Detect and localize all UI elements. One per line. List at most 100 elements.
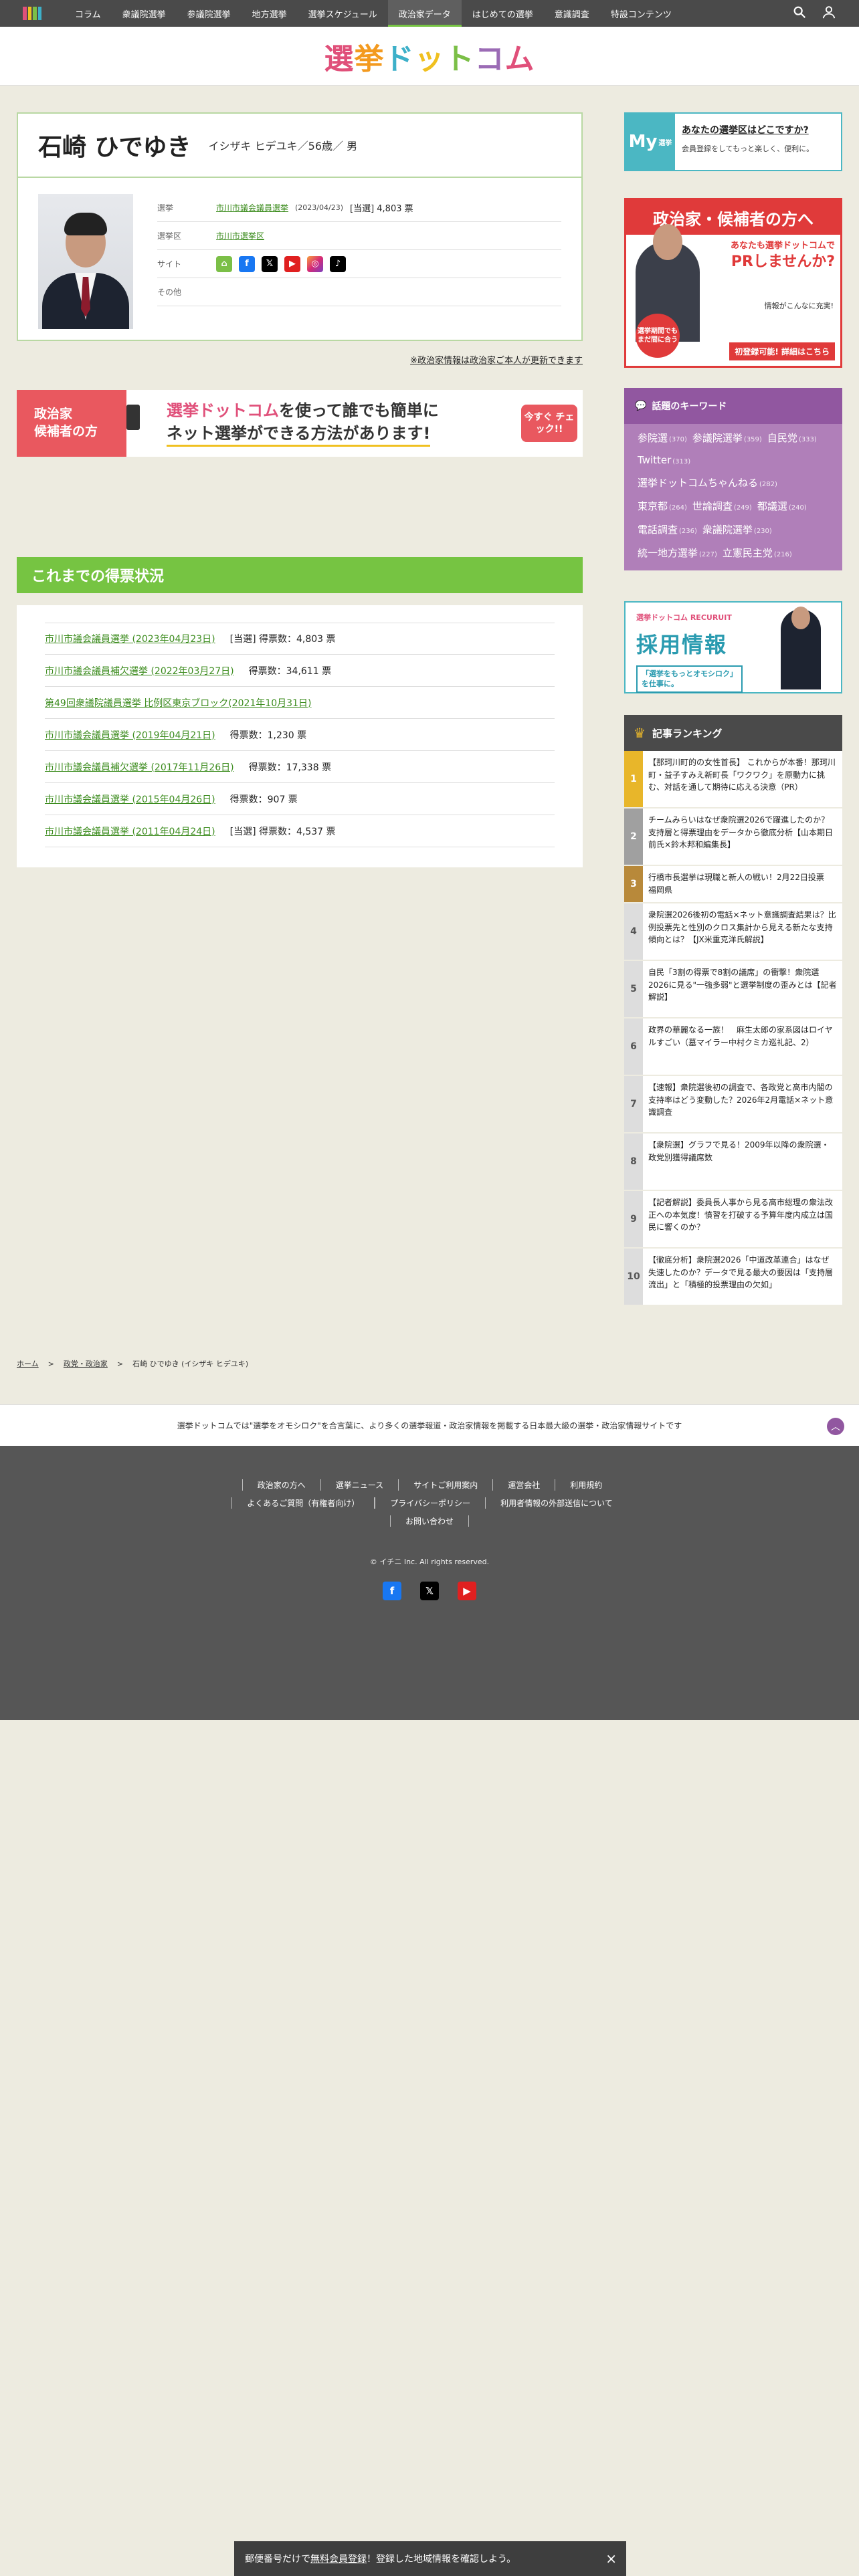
ranking-item[interactable]: 8 【衆院選】グラフで見る！2009年以降の衆院選・政党別獲得議席数 — [624, 1134, 842, 1191]
politician-photo — [38, 194, 133, 329]
politician-kana-age-gender: イシザキ ヒデユキ／56歳／ 男 — [208, 140, 358, 152]
my-subtitle: 会員登録をしてもっと楽しく、便利に。 — [682, 144, 814, 153]
home-logo-icon[interactable] — [23, 7, 41, 20]
keyword-link[interactable]: 自民党 (333) — [767, 431, 817, 445]
footer-link[interactable]: プライバシーポリシー — [375, 1497, 485, 1509]
site-logo[interactable]: 選挙ドットコム — [324, 35, 535, 78]
keyword-link[interactable]: Twitter (313) — [638, 454, 690, 466]
user-icon[interactable] — [822, 5, 836, 22]
breadcrumb-category[interactable]: 政党・政治家 — [64, 1358, 108, 1369]
nav-item-1[interactable]: 衆議院選挙 — [112, 0, 177, 27]
breadcrumb: ホーム > 政党・政治家 > 石崎 ひでゆき (イシザキ ヒデユキ) — [17, 1358, 248, 1369]
ranking-number: 3 — [624, 866, 643, 902]
district-link[interactable]: 市川市選挙区 — [216, 230, 264, 241]
history-election-link[interactable]: 市川市議会議員補欠選挙 (2017年11月26日) — [45, 760, 234, 774]
keyword-link[interactable]: 衆議院選挙 (230) — [702, 522, 772, 536]
ranking-item[interactable]: 9 【記者解説】委員長人事から見る高市総理の衆法改正への本気度！憤習を打破する予算… — [624, 1191, 842, 1249]
breadcrumb-home[interactable]: ホーム — [17, 1358, 39, 1369]
top-nav: コラム 衆議院選挙 参議院選挙 地方選挙 選挙スケジュール 政治家データ はじめての選挙 意識… — [0, 0, 859, 27]
history-election-link[interactable]: 市川市議会議員補欠選挙 (2022年03月27日) — [45, 664, 234, 677]
ranking-item[interactable]: 6 政界の華麗なる一族！ 麻生太郎の家系図はロイヤルすごい（墓マイラー中村クミカ巡… — [624, 1018, 842, 1076]
search-icon[interactable] — [792, 5, 807, 22]
ranking-number: 10 — [624, 1249, 643, 1305]
footer-link[interactable]: よくあるご質問（有権者向け） — [231, 1497, 375, 1509]
ranking-number: 4 — [624, 903, 643, 960]
nav-item-8[interactable]: 特設コンテンツ — [600, 0, 682, 27]
keyword-link[interactable]: 参院選 (370) — [638, 431, 687, 445]
update-note-link[interactable]: ※政治家情報は政治家ご本人が更新できます — [410, 356, 583, 366]
ranking-title-text: 衆院選2026後初の電話×ネット意識調査結果は？比例投票先と性別のクロス集計から… — [648, 910, 836, 945]
register-link[interactable]: 無料会員登録 — [310, 2552, 367, 2565]
nav-menu: コラム 衆議院選挙 参議院選挙 地方選挙 選挙スケジュール 政治家データ はじめての選挙 意識… — [64, 0, 792, 27]
profile-info-table: 選挙 市川市議会議員選挙 (2023/04/23) [当選] 4,803 票 選… — [157, 194, 561, 329]
footer-facebook-icon[interactable]: f — [383, 1582, 401, 1600]
banner-line2: ネット選挙ができる方法があります! — [167, 423, 431, 447]
banner-logo: 選挙ドットコム — [167, 401, 279, 420]
nav-item-5[interactable]: 政治家データ — [387, 0, 462, 27]
pr-detail-button[interactable]: 初登録可能! 詳細はこちら — [729, 342, 835, 360]
tiktok-icon[interactable]: ♪ — [330, 255, 346, 272]
x-twitter-icon[interactable]: 𝕏 — [262, 255, 278, 272]
youtube-icon[interactable]: ▶ — [284, 255, 300, 272]
crown-icon: ♛ — [634, 725, 646, 741]
nav-item-7[interactable]: 意識調査 — [544, 0, 600, 27]
pr-banner[interactable]: 政治家・候補者の方へ あなたも選挙ドットコムで PRしませんか? 情報がこんなに充… — [624, 198, 842, 368]
sidebar: My 選挙 あなたの選挙区はどこですか? 会員登録をしてもっと楽しく、便利に。 政… — [624, 112, 842, 1306]
ranking-item[interactable]: 5 自民「3割の得票で8割の議席」の衝撃！衆院選2026に見る"一強多弱"と選挙制… — [624, 961, 842, 1018]
my-senkyo-box[interactable]: My 選挙 あなたの選挙区はどこですか? 会員登録をしてもっと楽しく、便利に。 — [624, 112, 842, 171]
history-election-link[interactable]: 市川市議会議員選挙 (2015年04月26日) — [45, 792, 215, 806]
history-election-link[interactable]: 第49回衆議院議員選挙 比例区東京ブロック(2021年10月31日) — [45, 696, 311, 710]
close-icon[interactable]: × — [605, 2551, 617, 2567]
nav-item-0[interactable]: コラム — [64, 0, 112, 27]
nav-item-6[interactable]: はじめての選挙 — [462, 0, 544, 27]
ranking-item[interactable]: 10 【徹底分析】衆院選2026「中道改革連合」はなぜ失速したのか？データで見る最… — [624, 1249, 842, 1306]
politician-banner[interactable]: 政治家 候補者の方 選挙ドットコムを使って誰でも簡単に ネット選挙ができる方法が… — [17, 390, 583, 457]
ranking-item[interactable]: 1 【那珂川町的の女性首長】 これからが本番！那珂川町・益子すみえ新町長「ワクワク… — [624, 751, 842, 809]
ranking-number: 1 — [624, 751, 643, 807]
ranking-item[interactable]: 4 衆院選2026後初の電話×ネット意識調査結果は？比例投票先と性別のクロス集計か… — [624, 903, 842, 961]
keyword-link[interactable]: 東京都 (264) — [638, 499, 687, 513]
nav-item-3[interactable]: 地方選挙 — [242, 0, 298, 27]
keyword-link[interactable]: 選挙ドットコムちゃんねる (282) — [638, 475, 777, 490]
footer-youtube-icon[interactable]: ▶ — [458, 1582, 476, 1600]
home-icon[interactable]: ⌂ — [216, 255, 232, 272]
history-result: 得票数：34,611 票 — [248, 665, 332, 677]
history-title: これまでの得票状況 — [17, 557, 583, 593]
ranking-item[interactable]: 2 チームみらいはなぜ衆院選2026で躍進したのか？支持層と得票理由をデータから徹… — [624, 809, 842, 866]
facebook-icon[interactable]: f — [239, 255, 255, 272]
keyword-link[interactable]: 立憲民主党 (216) — [723, 546, 792, 560]
footer-x-icon[interactable]: 𝕏 — [420, 1582, 439, 1600]
ranking-title-text: 政界の華麗なる一族！ 麻生太郎の家系図はロイヤルすごい（墓マイラー中村クミカ巡礼… — [648, 1025, 833, 1047]
election-link[interactable]: 市川市議会議員選挙 — [216, 202, 288, 213]
footer-link[interactable]: 利用規約 — [555, 1479, 617, 1491]
chat-bubble-icon: 💬 — [635, 401, 647, 411]
nav-icons — [792, 5, 836, 22]
ranking-item[interactable]: 7 【速報】衆院選後初の調査で、各政党と高市内閣の支持率はどう変動した？2026年… — [624, 1076, 842, 1134]
history-election-link[interactable]: 市川市議会議員選挙 (2023年04月23日) — [45, 632, 215, 645]
nav-item-2[interactable]: 参議院選挙 — [177, 0, 242, 27]
keyword-link[interactable]: 統一地方選挙 (227) — [638, 546, 717, 560]
ranking-item[interactable]: 3 行橋市長選挙は現職と新人の戦い！2月22日投票 福岡県 — [624, 866, 842, 903]
keyword-link[interactable]: 世論調査 (249) — [692, 499, 752, 513]
footer: 政治家の方へ 選挙ニュース サイトご利用案内 運営会社 利用規約よくあるご質問（有権者向… — [0, 1446, 859, 1720]
footer-link[interactable]: 運営会社 — [492, 1479, 555, 1491]
pr-mini: 情報がこんなに充実! — [764, 302, 834, 310]
keyword-link[interactable]: 参議院選挙 (359) — [692, 431, 762, 445]
recruit-banner[interactable]: 選挙ドットコム RECURUIT 採用情報 「選挙をもっとオモシロク」 を仕事に。 — [624, 601, 842, 693]
footer-link[interactable]: 政治家の方へ — [242, 1479, 320, 1491]
footer-link[interactable]: 利用者情報の外部送信について — [485, 1497, 628, 1509]
instagram-icon[interactable]: ◎ — [307, 255, 323, 272]
scroll-top-icon[interactable]: ︿ — [827, 1418, 844, 1435]
keyword-link[interactable]: 電話調査 (236) — [638, 522, 697, 536]
history-election-link[interactable]: 市川市議会議員選挙 (2011年04月24日) — [45, 825, 215, 838]
recruit-sub2: を仕事に。 — [642, 679, 678, 689]
footer-link[interactable]: 選挙ニュース — [320, 1479, 398, 1491]
nav-item-4[interactable]: 選挙スケジュール — [298, 0, 388, 27]
footer-link[interactable]: サイトご利用案内 — [398, 1479, 492, 1491]
ranking-title-text: 行橋市長選挙は現職と新人の戦い！2月22日投票 福岡県 — [648, 873, 832, 895]
banner-check-button[interactable]: 今すぐ チェック!! — [521, 405, 577, 442]
footer-link[interactable]: お問い合わせ — [389, 1515, 469, 1527]
about-bar: 選挙ドットコムでは"選挙をオモシロク"を合言葉に、より多くの選挙報道・政治家情報… — [0, 1404, 859, 1446]
history-election-link[interactable]: 市川市議会議員選挙 (2019年04月21日) — [45, 728, 215, 742]
keyword-link[interactable]: 都議選 (240) — [757, 499, 807, 513]
